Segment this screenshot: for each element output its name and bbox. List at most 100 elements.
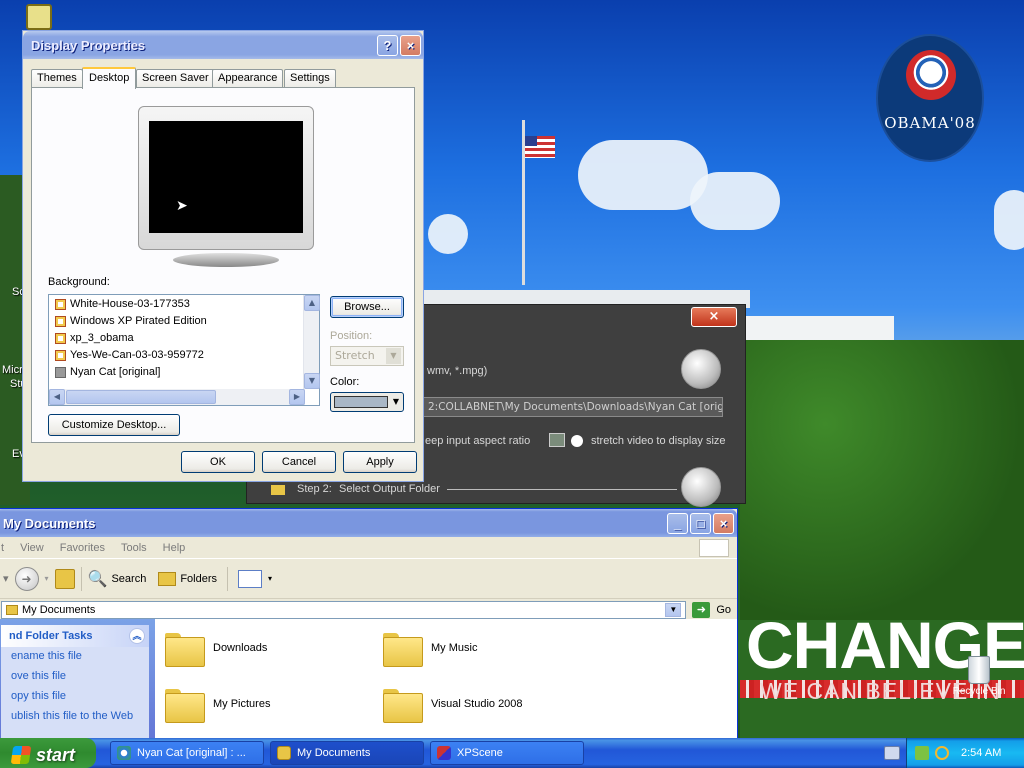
folders-button[interactable]: Folders [158, 571, 217, 586]
tab-appearance[interactable]: Appearance [212, 69, 284, 88]
up-folder-icon[interactable] [54, 568, 75, 589]
desktop-tab-panel: ➤ Background: White-House-03-177353 Wind… [31, 87, 415, 443]
taskbar-item-label: My Documents [297, 747, 371, 759]
customize-desktop-button[interactable]: Customize Desktop... [48, 414, 180, 436]
menu-item[interactable]: t [1, 542, 4, 554]
chevron-down-icon[interactable]: ▼ [665, 602, 682, 617]
chevron-down-icon[interactable]: ▾ [45, 574, 49, 583]
list-item[interactable]: Windows XP Pirated Edition [49, 312, 319, 329]
task-copy[interactable]: opy this file [1, 687, 149, 707]
list-vertical-scrollbar[interactable]: ▲ ▼ [303, 295, 320, 389]
monitor-stand [173, 253, 279, 267]
browse-button[interactable]: Browse... [330, 296, 404, 318]
tab-desktop[interactable]: Desktop [82, 67, 137, 89]
scroll-left-icon[interactable]: ◀ [49, 389, 65, 405]
image-file-icon [55, 315, 66, 327]
folder-item-my-music[interactable]: My Music [383, 631, 477, 667]
my-documents-titlebar[interactable]: My Documents _ □ × [0, 509, 737, 537]
folder-select-icon[interactable] [681, 467, 721, 507]
close-button[interactable]: × [400, 35, 421, 56]
minimize-button[interactable]: _ [667, 513, 688, 534]
language-bar-icon[interactable] [884, 746, 900, 760]
xpscene-close-button[interactable]: × [691, 307, 737, 327]
film-icon[interactable] [681, 349, 721, 389]
task-rename[interactable]: ename this file [1, 647, 149, 667]
stretch-label: stretch video to display size [591, 435, 726, 447]
chevron-down-icon[interactable]: ▾ [268, 574, 272, 583]
scroll-track[interactable] [304, 311, 319, 373]
chevron-down-icon[interactable]: ▼ [386, 348, 401, 364]
color-picker-button[interactable]: ▼ [330, 392, 404, 412]
my-documents-window[interactable]: My Documents _ □ × t View Favorites Tool… [0, 508, 738, 755]
system-tray: 2:54 AM [906, 738, 1024, 768]
scroll-thumb[interactable] [66, 390, 216, 404]
cancel-button[interactable]: Cancel [262, 451, 336, 473]
tab-settings[interactable]: Settings [284, 69, 336, 88]
go-button[interactable]: Go [716, 604, 731, 616]
recycle-bin-shortcut[interactable]: Recycle Bin [944, 656, 1014, 697]
tab-themes[interactable]: Themes [31, 69, 83, 88]
ok-button[interactable]: OK [181, 451, 255, 473]
position-label: Position: [330, 330, 373, 342]
clock[interactable]: 2:54 AM [961, 747, 1001, 759]
display-properties-window[interactable]: Display Properties ? × Themes Desktop Sc… [22, 30, 424, 482]
search-tray-icon[interactable] [935, 746, 949, 760]
separator [227, 566, 229, 591]
desktop-shortcut-icon[interactable] [26, 4, 52, 30]
music-folder-icon [383, 631, 423, 667]
list-horizontal-scrollbar[interactable]: ◀ ▶ [49, 389, 305, 405]
taskbar-item-xpscene[interactable]: XPScene [430, 741, 584, 765]
folder-item-visual-studio[interactable]: Visual Studio 2008 [383, 687, 523, 723]
menu-help[interactable]: Help [163, 542, 186, 554]
taskbar-item-nyan-cat[interactable]: Nyan Cat [original] : ... [110, 741, 264, 765]
position-select[interactable]: Stretch ▼ [330, 346, 404, 366]
collapse-chevron-icon[interactable]: ︽ [129, 628, 145, 644]
back-chevron-icon[interactable]: ▾ [3, 572, 9, 585]
task-publish[interactable]: ublish this file to the Web [1, 707, 149, 727]
list-item[interactable]: Yes-We-Can-03-03-959772 [49, 346, 319, 363]
menu-favorites[interactable]: Favorites [60, 542, 105, 554]
help-button[interactable]: ? [377, 35, 398, 56]
scroll-down-icon[interactable]: ▼ [304, 373, 320, 389]
file-view: Downloads My Music My Pictures Visual St… [155, 619, 737, 741]
tab-screen-saver[interactable]: Screen Saver [136, 69, 215, 88]
scroll-right-icon[interactable]: ▶ [289, 389, 305, 405]
folder-item-downloads[interactable]: Downloads [165, 631, 267, 667]
menu-tools[interactable]: Tools [121, 542, 147, 554]
list-item-label: Nyan Cat [original] [70, 366, 161, 378]
list-item-selected[interactable]: Nyan Cat [original] [49, 363, 319, 380]
list-item[interactable]: xp_3_obama [49, 329, 319, 346]
media-player-icon [117, 746, 131, 760]
background-label: Background: [48, 276, 110, 288]
apply-button[interactable]: Apply [343, 451, 417, 473]
list-item[interactable]: White-House-03-177353 [49, 295, 319, 312]
xpscene-icon [437, 746, 451, 760]
views-icon[interactable] [238, 569, 263, 588]
window-title: Display Properties [31, 38, 146, 53]
network-icon[interactable] [915, 746, 929, 760]
search-button[interactable]: 🔍 Search [88, 569, 147, 589]
obama-campaign-logo: OBAMA'08 [876, 34, 984, 162]
list-item-label: xp_3_obama [70, 332, 134, 344]
maximize-button[interactable]: □ [690, 513, 711, 534]
background-list[interactable]: White-House-03-177353 Windows XP Pirated… [48, 294, 320, 406]
start-button[interactable]: start [0, 738, 96, 768]
tasks-header[interactable]: nd Folder Tasks ︽ [1, 625, 149, 647]
address-input[interactable]: My Documents ▼ [1, 600, 687, 619]
divider [447, 489, 677, 490]
scroll-up-icon[interactable]: ▲ [304, 295, 320, 311]
menu-view[interactable]: View [20, 542, 44, 554]
cloud [690, 172, 780, 230]
folder-label: Visual Studio 2008 [431, 698, 523, 710]
tasks-pane: nd Folder Tasks ︽ ename this file ove th… [0, 619, 155, 755]
close-button[interactable]: × [713, 513, 734, 534]
stretch-radio[interactable] [571, 435, 583, 447]
go-arrow-icon[interactable]: ➜ [692, 601, 711, 618]
forward-icon[interactable]: ➜ [14, 566, 39, 591]
xpscene-input-path[interactable]: 2:COLLABNET\My Documents\Downloads\Nyan … [423, 397, 723, 417]
folder-item-my-pictures[interactable]: My Pictures [165, 687, 270, 723]
task-move[interactable]: ove this file [1, 667, 149, 687]
windows-flag-icon [10, 746, 32, 764]
display-properties-titlebar[interactable]: Display Properties ? × [23, 31, 423, 59]
taskbar-item-my-documents[interactable]: My Documents [270, 741, 424, 765]
